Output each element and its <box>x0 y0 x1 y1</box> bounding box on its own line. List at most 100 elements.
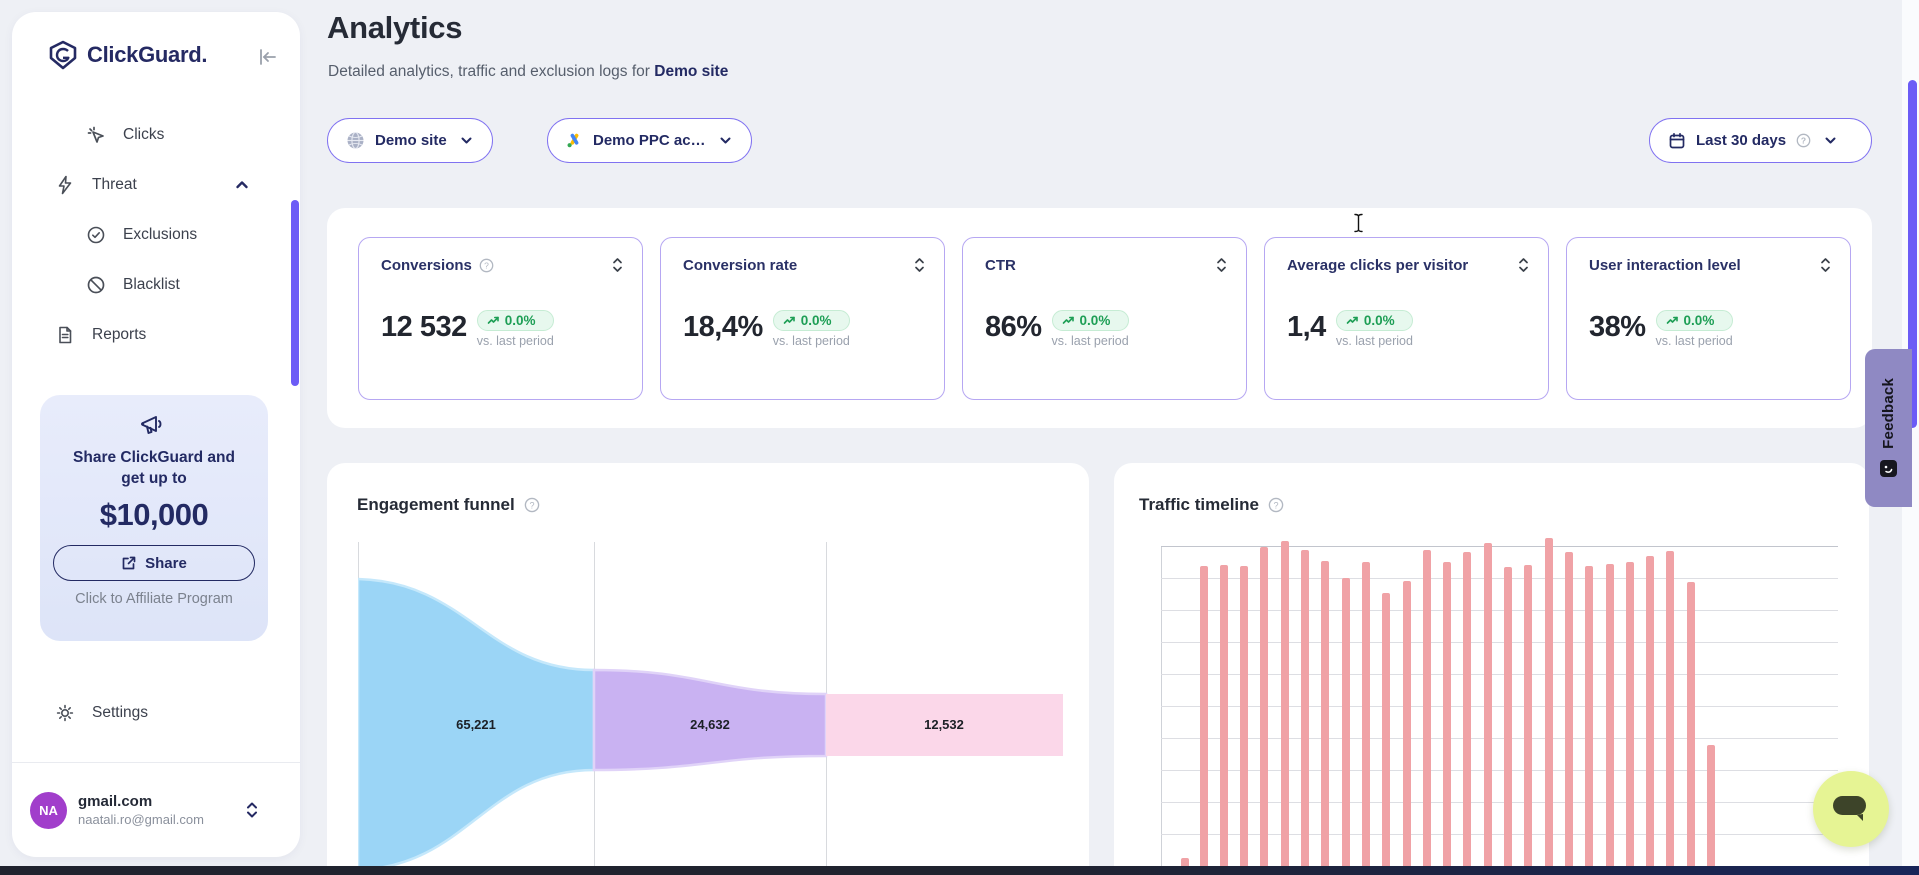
trend-up-icon <box>1346 315 1359 326</box>
brand-logo[interactable]: ClickGuard. <box>48 40 207 70</box>
kpi-summary-band: Conversions?12 5320.0%vs. last periodCon… <box>327 208 1872 428</box>
kpi-delta-badge: 0.0% <box>773 310 850 331</box>
traffic-timeline-card: Traffic timeline ? <box>1114 463 1869 875</box>
clickguard-shield-icon <box>48 40 78 70</box>
timeline-bar <box>1321 561 1329 875</box>
badge-check-icon <box>86 225 106 245</box>
feedback-tab[interactable]: Feedback <box>1865 349 1912 507</box>
timeline-bar <box>1666 551 1674 875</box>
feedback-label: Feedback <box>1880 378 1897 449</box>
sidebar-item-reports[interactable]: Reports <box>12 310 300 360</box>
kpi-value: 18,4% <box>683 310 763 344</box>
affiliate-promo-card[interactable]: Share ClickGuard and get up to $10,000 S… <box>40 395 268 641</box>
funnel-stage-value: 65,221 <box>416 717 536 732</box>
sidebar-item-exclusions[interactable]: Exclusions <box>12 210 300 260</box>
chevron-down-icon <box>459 133 474 148</box>
share-button[interactable]: Share <box>53 545 255 581</box>
kpi-label: Conversions <box>381 257 472 274</box>
ppc-account-label: Demo PPC ac… <box>593 132 706 149</box>
sidebar-item-label: Settings <box>92 704 148 722</box>
sort-chevrons-icon[interactable] <box>1517 256 1530 274</box>
timeline-bar <box>1220 565 1228 875</box>
sidebar-item-label: Blacklist <box>123 276 180 294</box>
kpi-card: Conversion rate18,4%0.0%vs. last period <box>660 237 945 400</box>
sidebar-item-threat[interactable]: Threat <box>12 160 300 210</box>
sort-chevrons-icon[interactable] <box>913 256 926 274</box>
chevron-down-icon <box>1823 133 1838 148</box>
sidebar-collapse-icon[interactable] <box>256 46 278 68</box>
sort-chevrons-icon[interactable] <box>1819 256 1832 274</box>
timeline-bar <box>1301 550 1309 875</box>
timeline-bar <box>1606 564 1614 875</box>
account-title: gmail.com <box>78 793 204 810</box>
engagement-funnel-card: Engagement funnel ? 65,221 24,632 12,532 <box>327 463 1089 875</box>
account-switcher[interactable]: NA gmail.com naatali.ro@gmail.com <box>12 762 300 857</box>
sidebar-item-label: Clicks <box>123 126 164 144</box>
timeline-bar <box>1260 547 1268 875</box>
kpi-card: Average clicks per visitor 1,4 0.0% vs. las… <box>1264 237 1549 400</box>
google-ads-icon <box>566 132 583 149</box>
kpi-delta-value: 0.0% <box>801 313 832 328</box>
kpi-value: 86% <box>985 310 1042 344</box>
promo-line2: get up to <box>121 470 186 487</box>
sidebar-item-label: Threat <box>92 176 137 194</box>
kpi-value: 1,4 <box>1287 310 1326 344</box>
kpi-delta-badge: 0.0% <box>1656 310 1733 331</box>
kpi-delta-badge: 0.0% <box>1052 310 1129 331</box>
ppc-account-selector[interactable]: Demo PPC ac… <box>547 118 752 163</box>
page-subtitle: Detailed analytics, traffic and exclusio… <box>328 63 728 81</box>
site-selector-label: Demo site <box>375 132 447 149</box>
kpi-caption: vs. last period <box>1656 334 1733 348</box>
kpi-delta-badge: 0.0% <box>477 310 554 331</box>
kpi-delta-badge: 0.0% <box>1336 310 1413 331</box>
lightning-icon <box>55 175 75 195</box>
funnel-stage-value: 12,532 <box>884 717 1004 732</box>
kpi-value: 12 532 <box>381 310 467 344</box>
timeline-bar <box>1342 578 1350 875</box>
help-icon[interactable]: ? <box>479 258 494 273</box>
calendar-icon <box>1668 132 1686 150</box>
chat-launcher-button[interactable] <box>1813 771 1889 847</box>
sort-chevrons-icon[interactable] <box>1215 256 1228 274</box>
help-icon[interactable]: ? <box>1268 497 1284 513</box>
kpi-caption: vs. last period <box>477 334 554 348</box>
click-cursor-icon <box>86 125 106 145</box>
external-link-icon <box>121 555 137 571</box>
timeline-bar <box>1545 538 1553 875</box>
text-cursor <box>1353 213 1364 233</box>
timeline-bar <box>1646 556 1654 875</box>
timeline-bar <box>1504 567 1512 875</box>
site-selector[interactable]: Demo site <box>327 118 493 163</box>
svg-text:?: ? <box>1801 136 1806 146</box>
timeline-bar <box>1240 566 1248 875</box>
timeline-bar <box>1443 562 1451 875</box>
help-icon[interactable]: ? <box>524 497 540 513</box>
funnel-stage-value: 24,632 <box>650 717 770 732</box>
help-icon[interactable]: ? <box>1796 133 1811 148</box>
timeline-bar <box>1200 566 1208 875</box>
chevron-down-icon <box>718 133 733 148</box>
document-icon <box>55 325 75 345</box>
sidebar-scrollbar-thumb[interactable] <box>291 200 299 386</box>
svg-text:?: ? <box>529 500 534 510</box>
sidebar-item-settings[interactable]: Settings <box>12 688 300 738</box>
timeline-bar <box>1626 562 1634 875</box>
account-email: naatali.ro@gmail.com <box>78 812 204 827</box>
globe-icon <box>346 131 365 150</box>
promo-caption: Click to Affiliate Program <box>75 591 233 607</box>
kpi-caption: vs. last period <box>1052 334 1129 348</box>
kpi-delta-value: 0.0% <box>1684 313 1715 328</box>
sidebar-item-clicks[interactable]: Clicks <box>12 110 300 160</box>
sidebar-item-label: Reports <box>92 326 146 344</box>
timeline-bar <box>1281 541 1289 875</box>
date-range-selector[interactable]: Last 30 days ? <box>1649 118 1872 163</box>
timeline-bar <box>1403 581 1411 875</box>
chevron-up-icon[interactable] <box>234 177 250 193</box>
gear-icon <box>55 703 75 723</box>
promo-amount: $10,000 <box>100 497 209 533</box>
kpi-label: Average clicks per visitor <box>1287 257 1468 274</box>
sidebar-item-blacklist[interactable]: Blacklist <box>12 260 300 310</box>
timeline-bar <box>1463 552 1471 875</box>
sort-chevrons-icon[interactable] <box>611 256 624 274</box>
kpi-caption: vs. last period <box>1336 334 1413 348</box>
